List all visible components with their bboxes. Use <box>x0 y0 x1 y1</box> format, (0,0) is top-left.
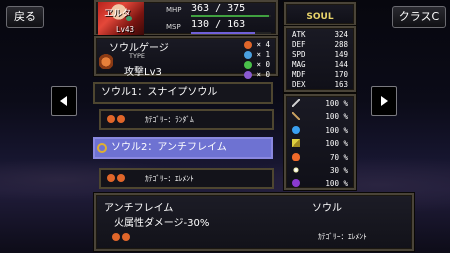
stat-row: MDF 170 <box>292 70 348 80</box>
stat-row: SPD 149 <box>292 50 348 60</box>
type-label: TYPE <box>129 52 145 60</box>
stat-value: 288 <box>334 40 348 49</box>
dark-icon <box>292 179 300 188</box>
resist-value: 100 % <box>325 112 348 122</box>
stat-label: MAG <box>292 60 306 69</box>
fire-orb-icon <box>107 115 115 123</box>
orb-row: × 0 <box>244 60 274 70</box>
fire-orb-icon <box>117 115 125 123</box>
msp-value: 130 / 163 <box>191 19 246 30</box>
next-page-button[interactable] <box>371 86 397 116</box>
resist-row: 100 % <box>292 110 348 123</box>
lightning-icon <box>292 139 300 148</box>
mhp-value: 363 / 375 <box>191 3 246 14</box>
dark-orb-icon <box>244 71 252 79</box>
mhp-label: MHP <box>166 6 182 14</box>
stats-panel: ATK 324 DEF 288 SPD 149 MAG 144 MDF 170 DEX 16… <box>284 26 356 92</box>
water-orb-icon <box>244 51 252 59</box>
detail-kind: ソウル <box>312 203 342 214</box>
resist-row: 30 % <box>292 164 348 177</box>
arrow-right-icon <box>381 96 388 106</box>
stat-label: ATK <box>292 30 306 39</box>
stat-value: 170 <box>334 70 348 79</box>
stat-value: 163 <box>334 80 348 89</box>
detail-effect: 火属性ダメージ-30% <box>114 218 210 229</box>
resist-value: 100 % <box>325 99 348 108</box>
arrow-left-icon <box>60 96 67 106</box>
fire-orb-icon <box>107 174 115 182</box>
msp-bar <box>191 32 271 34</box>
orb-row: × 1 <box>244 50 274 60</box>
sword-icon <box>292 99 300 107</box>
soul-slot-1[interactable]: ソウル1：スナイプソウル <box>93 82 273 104</box>
stat-row: DEX 163 <box>292 80 348 90</box>
stat-value: 149 <box>334 50 348 59</box>
resist-row: 70 % <box>292 151 348 164</box>
soul-tab-label: SOUL <box>306 12 334 22</box>
stat-label: SPD <box>292 50 306 59</box>
orb-row: × 0 <box>244 70 274 80</box>
wind-orb-icon <box>244 61 252 69</box>
resist-row: 100 % <box>292 124 348 137</box>
character-panel: ヱルタ Lv43 MHP 363 / 375 MSP 130 / 163 <box>94 0 278 36</box>
resist-row: 100 % <box>292 137 348 150</box>
orb-count: × 1 <box>256 50 271 59</box>
category-label: ｶﾃｺﾞﾘｰ：ｴﾚﾒﾝﾄ <box>145 174 194 183</box>
fire-icon <box>292 152 300 161</box>
orb-row: × 4 <box>244 40 274 50</box>
back-button[interactable]: 戻る <box>6 6 44 28</box>
orb-count: × 0 <box>256 70 271 79</box>
soul-slot-2-category: ｶﾃｺﾞﾘｰ：ｴﾚﾒﾝﾄ <box>99 168 274 189</box>
resist-value: 100 % <box>325 125 348 135</box>
msp-label: MSP <box>166 23 181 31</box>
resist-value: 30 % <box>329 165 348 175</box>
back-button-label: 戻る <box>14 10 36 23</box>
stat-label: MDF <box>292 70 306 79</box>
stat-label: DEX <box>292 80 306 89</box>
stat-row: MAG 144 <box>292 60 348 70</box>
type-value: 攻撃Lv3 <box>124 67 162 78</box>
resist-value: 100 % <box>325 139 348 149</box>
fire-orb-icon <box>122 233 130 241</box>
gauge-emblem-icon <box>99 51 113 69</box>
soul-slot-2[interactable]: ソウル2：アンチフレイム <box>93 137 273 159</box>
prev-page-button[interactable] <box>51 86 77 116</box>
resist-row: 100 % <box>292 177 348 190</box>
mhp-bar <box>191 15 271 17</box>
resist-panel: 100 % 100 % 100 % 100 % 70 % 30 % 100 % <box>284 94 356 190</box>
fire-orb-icon <box>112 233 120 241</box>
stat-value: 144 <box>334 60 348 69</box>
soul-detail-panel: アンチフレイム ソウル 火属性ダメージ-30% ｶﾃｺﾞﾘｰ：ｴﾚﾒﾝﾄ <box>94 193 414 251</box>
character-level: Lv43 <box>116 25 135 34</box>
fire-orb-icon <box>117 174 125 182</box>
stat-label: DEF <box>292 40 306 49</box>
selection-ring-icon <box>97 143 107 153</box>
stat-value: 324 <box>334 30 348 39</box>
soul-tab[interactable]: SOUL <box>284 2 356 26</box>
category-label: ｶﾃｺﾞﾘｰ：ﾗﾝﾀﾞﾑ <box>145 115 194 124</box>
stat-row: ATK 324 <box>292 30 348 40</box>
detail-name: アンチフレイム <box>104 203 174 214</box>
resist-row: 100 % <box>292 97 348 110</box>
soul-gauge-panel: ソウルゲージ TYPE 攻撃Lv3 × 4 × 1 × 0 × 0 <box>94 36 278 79</box>
character-name: ヱルタ <box>104 9 132 19</box>
orb-count: × 4 <box>256 40 271 49</box>
soul-slot-label: ソウル2：アンチフレイム <box>111 142 227 153</box>
soul-slot-1-category: ｶﾃｺﾞﾘｰ：ﾗﾝﾀﾞﾑ <box>99 109 274 130</box>
resist-value: 70 % <box>329 152 348 162</box>
resist-value: 100 % <box>325 179 348 189</box>
spear-icon <box>292 112 300 121</box>
soul-slot-label: ソウル1：スナイプソウル <box>101 87 218 98</box>
class-button[interactable]: クラスC <box>392 6 446 28</box>
water-icon <box>292 125 300 134</box>
fire-orb-icon <box>244 41 252 49</box>
orb-count: × 0 <box>256 60 271 69</box>
class-button-label: クラスC <box>398 10 440 23</box>
stat-row: DEF 288 <box>292 40 348 50</box>
light-icon <box>292 165 300 174</box>
detail-category: ｶﾃｺﾞﾘｰ：ｴﾚﾒﾝﾄ <box>318 232 367 241</box>
gauge-orb-list: × 4 × 1 × 0 × 0 <box>244 40 274 80</box>
